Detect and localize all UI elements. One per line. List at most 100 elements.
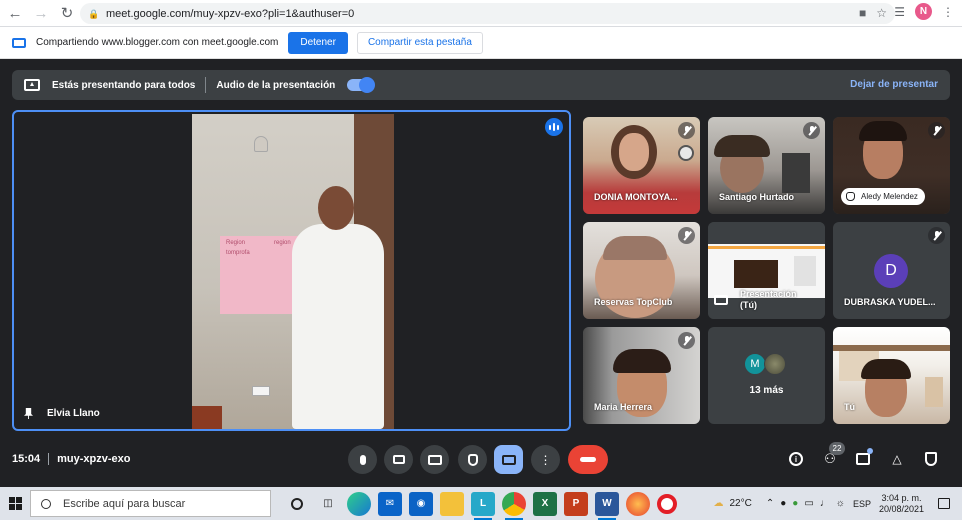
people-count-badge: 22 xyxy=(829,442,845,455)
raise-hand-icon xyxy=(467,453,478,466)
video-person xyxy=(318,186,354,230)
lock-icon[interactable]: 🔒 xyxy=(88,9,99,19)
participant-tile[interactable]: Reservas TopClub xyxy=(583,222,700,319)
stop-presenting-button[interactable]: Dejar de presentar xyxy=(850,79,938,90)
captions-button[interactable] xyxy=(420,445,449,474)
muted-mic-icon xyxy=(678,332,695,349)
host-controls-button[interactable] xyxy=(920,448,942,470)
taskbar-search-input[interactable]: Escribe aquí para buscar xyxy=(30,490,271,517)
stop-sharing-button[interactable]: Detener xyxy=(288,31,348,54)
pin-icon[interactable] xyxy=(24,408,33,419)
start-button[interactable] xyxy=(0,487,30,520)
hang-up-icon xyxy=(580,457,596,462)
muted-mic-icon xyxy=(678,227,695,244)
word-icon[interactable]: W xyxy=(595,491,619,520)
camera-button[interactable] xyxy=(384,445,413,474)
shapes-icon: △ xyxy=(892,452,902,466)
more-participants-label: 13 más xyxy=(749,385,784,396)
participant-name: Tú xyxy=(844,402,855,412)
present-now-button[interactable] xyxy=(494,445,523,474)
presenting-bar: Estás presentando para todos Audio de la… xyxy=(12,70,950,100)
microphone-button[interactable] xyxy=(348,445,377,474)
powerpoint-icon[interactable]: P xyxy=(564,491,588,516)
participant-tile[interactable]: Maria Herrera xyxy=(583,327,700,424)
task-view-icon[interactable]: ◫ xyxy=(316,492,340,516)
store-icon[interactable]: ◉ xyxy=(409,491,433,516)
reading-list-icon[interactable]: ☰ xyxy=(894,5,905,19)
bookmark-star-icon[interactable]: ☆ xyxy=(876,6,887,20)
participant-tile[interactable]: D DUBRASKA YUDEL... xyxy=(833,222,950,319)
activities-button[interactable]: △ xyxy=(886,448,908,470)
network-icon[interactable]: ☼ xyxy=(836,498,845,509)
divider xyxy=(205,77,207,93)
participant-name: Santiago Hurtado xyxy=(719,192,795,202)
forward-icon[interactable]: → xyxy=(30,2,52,24)
avatar-stack: M xyxy=(744,353,786,375)
chat-button[interactable] xyxy=(852,448,874,470)
leave-call-button[interactable] xyxy=(568,445,608,474)
participant-tile[interactable]: Aledy Melendez xyxy=(833,117,950,214)
back-icon[interactable]: ← xyxy=(4,2,26,24)
mail-icon[interactable]: ✉ xyxy=(378,491,402,516)
captions-icon xyxy=(427,454,442,465)
chrome-icon[interactable] xyxy=(502,491,526,520)
microphone-icon xyxy=(359,454,366,465)
participant-tile[interactable]: Presentación (Tú) xyxy=(708,222,825,319)
participant-tile[interactable]: DONIA MONTOYA... xyxy=(583,117,700,214)
taskbar-clock[interactable]: 3:04 p. m. 20/08/2021 xyxy=(879,493,924,515)
show-hidden-icons-icon[interactable]: ⌃ xyxy=(766,498,774,509)
participant-tile[interactable]: Santiago Hurtado xyxy=(708,117,825,214)
browser-menu-icon[interactable]: ⋮ xyxy=(942,5,954,19)
presentation-audio-toggle[interactable] xyxy=(347,77,376,93)
avatar xyxy=(764,353,786,375)
participant-tile[interactable]: Tú xyxy=(833,327,950,424)
tab-sharing-bar: Compartiendo www.blogger.com con meet.go… xyxy=(0,27,962,59)
chat-icon xyxy=(856,453,870,465)
screen-share-icon xyxy=(12,37,26,48)
profile-avatar[interactable]: N xyxy=(915,3,932,20)
opera-icon[interactable] xyxy=(657,493,677,514)
more-options-button[interactable]: ⋮ xyxy=(531,445,560,474)
camera-permission-icon[interactable]: ■ xyxy=(859,6,866,20)
cortana-icon[interactable] xyxy=(285,492,309,516)
video-person xyxy=(292,224,384,429)
muted-mic-icon xyxy=(803,122,820,139)
participant-name: Presentación xyxy=(740,289,797,299)
presentation-owner-label: (Tú) xyxy=(740,300,757,310)
address-bar[interactable]: 🔒 meet.google.com/muy-xpzv-exo?pli=1&aut… xyxy=(80,3,895,24)
participant-name: Aledy Melendez xyxy=(861,192,918,201)
notifications-icon[interactable] xyxy=(938,498,950,509)
avatar: D xyxy=(874,254,908,288)
battery-icon[interactable]: ▭ xyxy=(804,498,813,509)
meeting-controls-bar: 15:04 muy-xpzv-exo ⋮ i ⚇ 22 △ xyxy=(0,440,962,482)
camera-icon xyxy=(392,455,405,464)
input-language[interactable]: ESP xyxy=(853,499,871,509)
meeting-details-button[interactable]: i xyxy=(785,448,807,470)
muted-mic-icon xyxy=(928,227,945,244)
people-button[interactable]: ⚇ 22 xyxy=(819,442,845,470)
app-l-icon[interactable]: L xyxy=(471,491,495,520)
excel-icon[interactable]: X xyxy=(533,491,557,516)
tray-app-icon[interactable]: ● xyxy=(780,498,786,509)
main-video-tile[interactable]: Region region tomprofa Elvia Llano xyxy=(12,110,571,431)
avatar: M xyxy=(744,353,766,375)
poster-text: Region xyxy=(226,240,246,246)
share-this-tab-button[interactable]: Compartir esta pestaña xyxy=(356,31,483,54)
search-icon xyxy=(41,498,51,509)
volume-icon[interactable]: ♩ xyxy=(820,498,830,509)
speaking-indicator-icon xyxy=(545,118,563,136)
present-screen-icon xyxy=(714,295,728,305)
reload-icon[interactable]: ↻ xyxy=(56,2,78,24)
raise-hand-button[interactable] xyxy=(458,445,487,474)
temperature[interactable]: 22°C xyxy=(729,498,751,509)
tray-app-icon[interactable]: ● xyxy=(792,498,798,509)
clock-date: 20/08/2021 xyxy=(878,503,924,514)
edge-icon[interactable] xyxy=(347,491,371,516)
file-explorer-icon[interactable] xyxy=(440,491,464,516)
weather-icon[interactable]: ☁ xyxy=(713,498,723,509)
more-participants-tile[interactable]: M 13 más xyxy=(708,327,825,424)
firefox-icon[interactable] xyxy=(626,491,650,516)
muted-mic-icon xyxy=(678,122,695,139)
presenter-video: Region region tomprofa xyxy=(192,114,394,429)
video-background xyxy=(254,136,268,152)
